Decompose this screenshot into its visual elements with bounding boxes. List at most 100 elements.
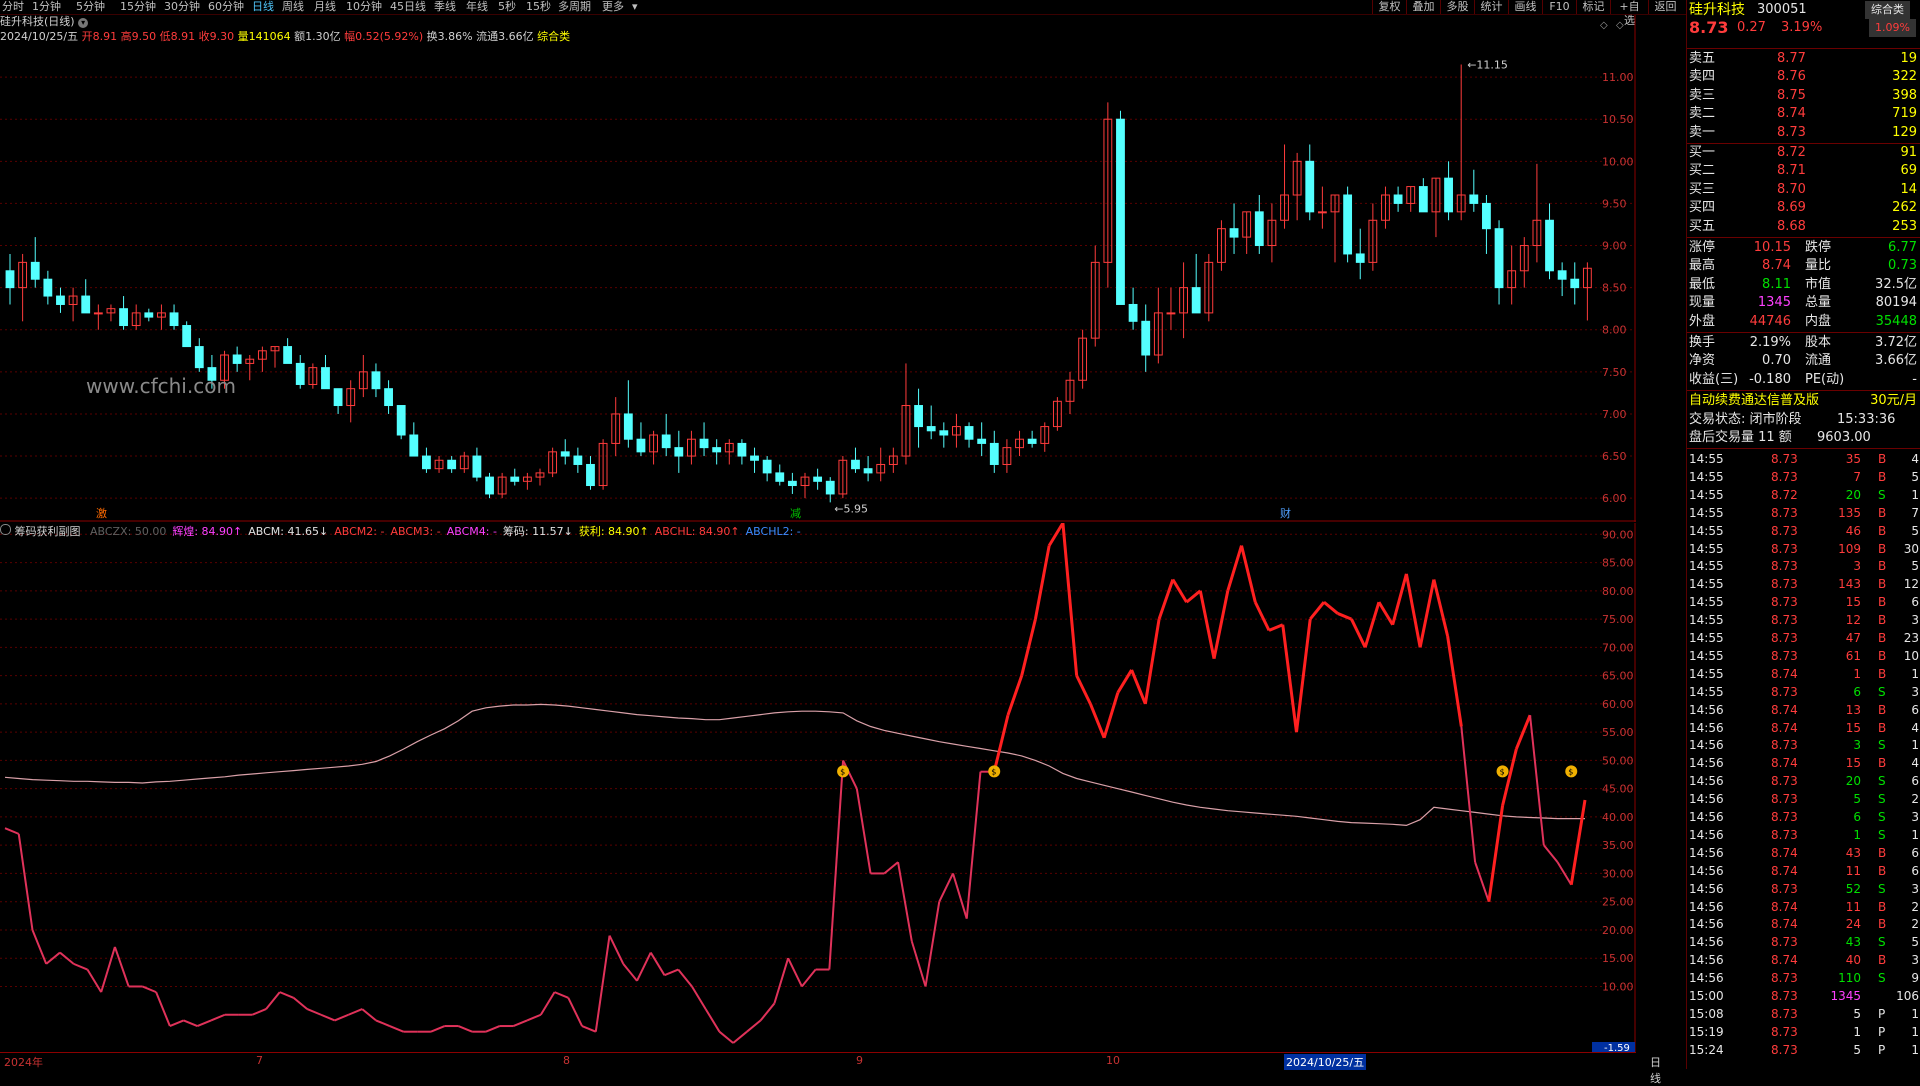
tick-side: B	[1878, 666, 1887, 681]
bid-price: 8.70	[1777, 181, 1806, 197]
period-13[interactable]: 5秒	[498, 0, 516, 14]
stat2-value: 0.70	[1762, 353, 1791, 369]
series-profit-segment	[1543, 844, 1559, 863]
candle-body	[333, 388, 343, 407]
stat-value: 10.15	[1753, 240, 1791, 255]
bid-vol: 253	[1892, 218, 1917, 234]
period-8[interactable]: 月线	[314, 0, 336, 14]
tick-price: 8.73	[1771, 935, 1798, 950]
tick-side: S	[1878, 810, 1886, 824]
candle-body	[762, 459, 772, 474]
tick-side: B	[1878, 577, 1887, 592]
candle-body	[232, 354, 242, 364]
tick-time: 14:56	[1689, 756, 1724, 771]
tick-price: 8.73	[1771, 541, 1798, 556]
toolbar-button-6[interactable]: 标记	[1576, 0, 1610, 14]
indicator-chart[interactable]: 90.00 85.00 80.00 75.00 70.00 65.00 60.00 55.00…	[0, 523, 1636, 1053]
series-profit-segment	[759, 1002, 776, 1022]
toolbar-button-0[interactable]: 复权	[1372, 0, 1406, 14]
stat2-row: 收益(三) -0.180 PE(动) -	[1687, 371, 1920, 389]
period-4[interactable]: 30分钟	[164, 0, 200, 14]
tick-vol: 135	[1838, 505, 1861, 520]
series-profit-segment	[142, 985, 157, 994]
toolbar-button-5[interactable]: F10	[1542, 0, 1576, 14]
tick-vol: 7	[1853, 469, 1861, 484]
toolbar-button-3[interactable]: 统计	[1474, 0, 1508, 14]
period-3[interactable]: 15分钟	[120, 0, 156, 14]
indicator-item-8: ABCHL: 84.90↑	[654, 525, 740, 538]
toolbar-button-7[interactable]: +自选	[1610, 0, 1648, 27]
candle-body	[422, 455, 431, 470]
promo-link[interactable]: 自动续费通达信普及版	[1689, 392, 1819, 410]
bid-price: 8.68	[1777, 218, 1806, 234]
tick-price: 8.74	[1771, 720, 1798, 735]
tick-time: 14:56	[1689, 720, 1724, 735]
period-6[interactable]: 日线	[252, 0, 274, 14]
tick-side: S	[1878, 684, 1886, 699]
series-profit-segment	[801, 968, 817, 988]
period-15[interactable]: 多周期	[558, 0, 591, 14]
tick-time: 14:56	[1689, 881, 1724, 896]
series-profit-segment	[539, 991, 556, 1016]
ask-label: 卖一	[1689, 124, 1716, 140]
series-profit-segment	[691, 985, 707, 1010]
indicator-title[interactable]: 筹码获利副图	[15, 525, 81, 538]
period-12[interactable]: 年线	[466, 0, 488, 14]
tick-count: 30	[1903, 541, 1919, 556]
tick-time: 14:55	[1689, 595, 1724, 610]
toolbar-button-1[interactable]: 叠加	[1406, 0, 1440, 14]
tick-row: 14:56 8.74 43 B 6	[1687, 844, 1920, 862]
stat2-value: 2.19%	[1749, 335, 1791, 350]
series-profit-segment	[1446, 635, 1463, 727]
series-profit-segment	[292, 997, 308, 1010]
period-0[interactable]: 分时	[2, 0, 24, 14]
indicator-toggle-icon[interactable]	[0, 524, 11, 535]
stat-label: 跌停	[1805, 240, 1832, 255]
series-profit-segment	[1212, 590, 1230, 659]
indicator-legend: 筹码获利副图 ABCZX: 50.00 辉煌: 84.90↑ ABCM: 41.65…	[0, 524, 801, 538]
ask-price: 8.76	[1777, 69, 1806, 85]
candle-body	[485, 476, 494, 495]
tick-count: 5	[1911, 469, 1919, 484]
tick-time: 14:56	[1689, 863, 1724, 878]
period-2[interactable]: 5分钟	[76, 0, 105, 14]
tick-count: 5	[1911, 523, 1919, 538]
series-profit-segment	[1240, 545, 1257, 603]
period-16[interactable]: 更多	[602, 0, 624, 14]
tick-price: 8.74	[1771, 756, 1798, 771]
money-bag-icon-glyph: $	[840, 767, 845, 776]
series-profit-segment	[910, 940, 927, 987]
period-5[interactable]: 60分钟	[208, 0, 244, 14]
series-profit-segment	[17, 833, 34, 931]
tick-count: 3	[1911, 684, 1919, 699]
toolbar-button-4[interactable]: 画线	[1508, 0, 1542, 14]
ind-tick-label: 20.00	[1602, 924, 1634, 937]
series-profit-segment	[649, 952, 666, 976]
toolbar-button-2[interactable]: 多股	[1440, 0, 1474, 14]
period-7[interactable]: 周线	[282, 0, 304, 14]
tick-vol: 13	[1845, 702, 1861, 717]
info-open: 开8.91	[81, 30, 118, 43]
toolbar-button-8[interactable]: 返回	[1648, 0, 1682, 14]
period-10[interactable]: 45日线	[390, 0, 426, 14]
time-label-3: 9	[856, 1054, 863, 1067]
tick-vol: 52	[1845, 881, 1861, 896]
period-11[interactable]: 季线	[434, 0, 456, 14]
tick-row: 14:56 8.73 6 S 3	[1687, 808, 1920, 826]
kline-chart[interactable]: 11.00 10.50 10.00 9.50 9.00 8.50 8.00 7.50 7.00 6…	[0, 15, 1636, 522]
tick-row: 15:00 8.73 1345 106	[1687, 987, 1920, 1005]
tick-price: 8.74	[1771, 953, 1798, 968]
dropdown-icon[interactable]: ▾	[78, 18, 89, 28]
tick-vol: 20	[1845, 487, 1861, 502]
tick-count: 2	[1911, 917, 1919, 932]
tick-price: 8.73	[1771, 523, 1798, 538]
period-1[interactable]: 1分钟	[32, 0, 61, 14]
stat2-label: 净资	[1689, 353, 1716, 369]
period-9[interactable]: 10分钟	[346, 0, 382, 14]
series-profit-segment	[169, 1019, 184, 1027]
bid-row: 买四 8.69 262	[1687, 199, 1920, 217]
bid-label: 买一	[1689, 145, 1716, 160]
series-profit-segment	[45, 951, 61, 965]
period-14[interactable]: 15秒	[526, 0, 551, 14]
quote-price-row: 8.73 0.27 3.19% 1.09%	[1687, 19, 1920, 37]
